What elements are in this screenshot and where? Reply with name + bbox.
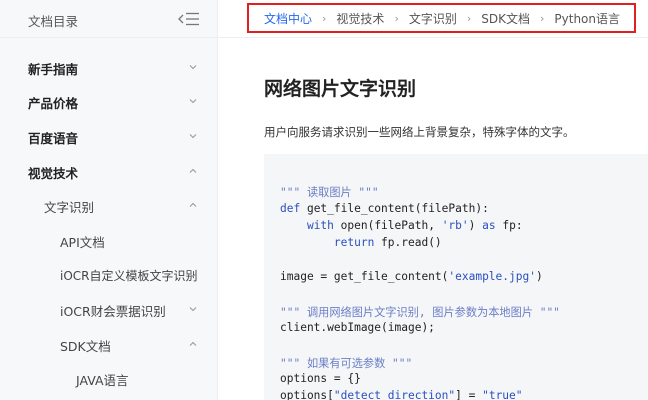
sidebar-item-label: JAVA语言 [76, 373, 129, 388]
chevron-down-icon [189, 65, 197, 70]
sidebar-item-sdk-docs[interactable]: SDK文档 [0, 327, 218, 361]
code-line: options = {} [280, 372, 361, 385]
code-line: def get_file_content(filePath): [280, 202, 489, 215]
sidebar-item-java[interactable]: JAVA语言 [0, 361, 218, 395]
code-line: """ 如果有可选参数 """ [280, 357, 413, 370]
chevron-up-icon [189, 202, 197, 207]
sidebar-item-label: iOCR自定义模板文字识别 [60, 269, 198, 283]
menu-collapse-icon[interactable] [178, 11, 200, 27]
code-block: """ 读取图片 """ def get_file_content(filePa… [264, 154, 648, 400]
breadcrumb-separator: › [540, 11, 545, 25]
chevron-up-icon [189, 168, 197, 173]
breadcrumb-doc-center[interactable]: 文档中心 [264, 10, 312, 27]
sidebar-item-label: 产品价格 [28, 96, 79, 111]
page-description: 用户向服务请求识别一些网络上背景复杂，特殊字体的文字。 [264, 125, 575, 139]
breadcrumb-separator: › [322, 11, 327, 25]
sidebar-item-vision-tech[interactable]: 视觉技术 [0, 154, 218, 188]
code-line: client.webImage(image); [280, 321, 435, 334]
page-title: 网络图片文字识别 [264, 78, 417, 100]
sidebar-item-label: API文档 [60, 235, 105, 250]
sidebar-item-label: 文字识别 [44, 200, 95, 215]
chevron-down-icon [189, 307, 197, 312]
doc-sidebar: 文档目录 新手指南 产品价格 百度语音 视觉技术 文字识别 API文档 iOCR… [0, 0, 218, 400]
breadcrumb-sdk-docs[interactable]: SDK文档 [481, 10, 530, 27]
breadcrumb-separator: › [466, 11, 472, 25]
sidebar-item-label: 百度语音 [28, 131, 79, 146]
chevron-down-icon [189, 134, 197, 139]
sidebar-item-label: SDK文档 [60, 339, 111, 354]
main-content: 文档中心 › 视觉技术 › 文字识别 › SDK文档 › Python语言 网络… [218, 0, 648, 400]
code-line: """ 读取图片 """ [280, 186, 379, 199]
breadcrumb-text-recognition[interactable]: 文字识别 [409, 10, 457, 27]
breadcrumb-vision-tech[interactable]: 视觉技术 [336, 10, 384, 27]
code-line: """ 调用网络图片文字识别, 图片参数为本地图片 """ [280, 306, 560, 319]
sidebar-item-api-docs[interactable]: API文档 [0, 223, 218, 257]
chevron-down-icon [189, 273, 197, 278]
breadcrumb-python[interactable]: Python语言 [554, 10, 620, 27]
sidebar-title: 文档目录 [28, 14, 79, 29]
sidebar-header: 文档目录 [0, 0, 218, 38]
sidebar-item-iocr-template[interactable]: iOCR自定义模板文字识别 [0, 258, 218, 292]
sidebar-item-label: iOCR财会票据识别 [60, 304, 166, 319]
sidebar-item-label: 新手指南 [28, 62, 79, 77]
sidebar-item-baidu-voice[interactable]: 百度语音 [0, 119, 218, 153]
sidebar-item-pricing[interactable]: 产品价格 [0, 84, 218, 118]
sidebar-item-beginner-guide[interactable]: 新手指南 [0, 50, 218, 84]
sidebar-item-text-recognition[interactable]: 文字识别 [0, 188, 218, 222]
breadcrumb: 文档中心 › 视觉技术 › 文字识别 › SDK文档 › Python语言 [247, 3, 637, 33]
code-line: return fp.read() [333, 236, 442, 249]
code-line: with open(filePath, 'rb') as fp: [306, 219, 523, 232]
sidebar-item-iocr-finance[interactable]: iOCR财会票据识别 [0, 292, 218, 326]
code-line: image = get_file_content('example.jpg') [280, 270, 543, 283]
breadcrumb-separator: › [394, 11, 399, 25]
code-line: options["detect_direction"] = "true" [280, 389, 523, 400]
chevron-up-icon [189, 341, 197, 346]
sidebar-item-label: 视觉技术 [28, 166, 79, 181]
top-bar: 文档中心 › 视觉技术 › 文字识别 › SDK文档 › Python语言 [218, 0, 648, 38]
chevron-down-icon [189, 99, 197, 104]
